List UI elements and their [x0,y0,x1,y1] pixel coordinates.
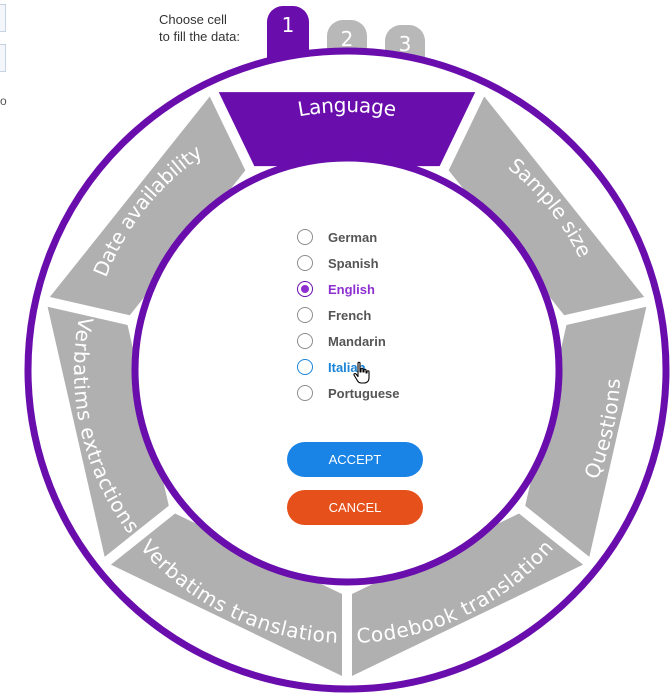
cancel-button[interactable]: CANCEL [287,490,423,525]
option-french[interactable]: French [296,302,466,328]
option-italian[interactable]: Italian [296,354,466,380]
option-spanish[interactable]: Spanish [296,250,466,276]
radio-english[interactable] [297,281,313,297]
option-portuguese-label: Portuguese [328,385,400,401]
option-german[interactable]: German [296,224,466,250]
radio-italian[interactable] [297,359,313,375]
option-portuguese[interactable]: Portuguese [296,380,466,406]
option-english[interactable]: English [296,276,466,302]
accept-button[interactable]: ACCEPT [287,442,423,477]
language-options: German Spanish English French Mandarin I… [296,224,466,406]
option-spanish-label: Spanish [328,255,379,271]
option-mandarin[interactable]: Mandarin [296,328,466,354]
option-french-label: French [328,307,372,323]
radio-french[interactable] [297,307,313,323]
option-mandarin-label: Mandarin [328,333,386,349]
option-english-label: English [328,281,375,297]
radio-spanish[interactable] [297,255,313,271]
radio-mandarin[interactable] [297,333,313,349]
radio-portuguese[interactable] [297,385,313,401]
option-german-label: German [328,229,378,245]
hand-pointer-icon [353,361,370,384]
radio-german[interactable] [297,229,313,245]
